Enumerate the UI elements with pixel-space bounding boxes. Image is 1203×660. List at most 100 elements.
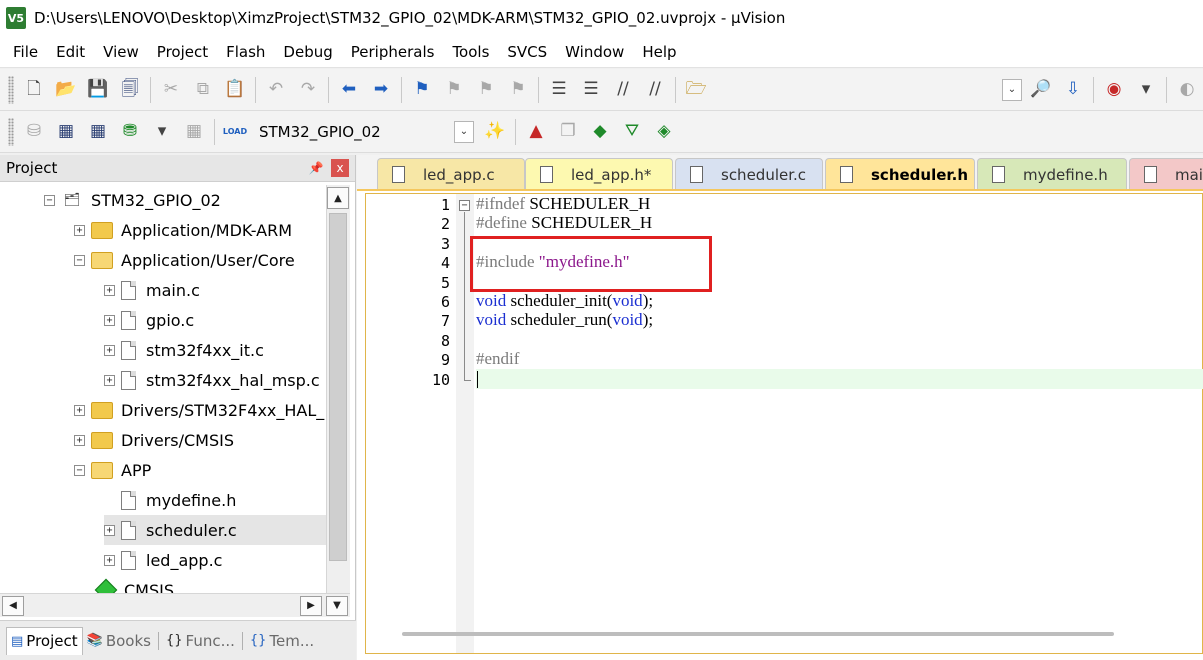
- menu-view[interactable]: View: [94, 38, 148, 66]
- editor-horizontal-scrollbar[interactable]: [402, 632, 1114, 636]
- target-options-icon[interactable]: ✨: [481, 118, 509, 146]
- tab-main-c[interactable]: main.c: [1129, 158, 1203, 189]
- tree-item-folder[interactable]: + Application/MDK-ARM: [74, 215, 292, 245]
- expand-icon[interactable]: +: [104, 344, 115, 356]
- expand-icon[interactable]: +: [74, 434, 85, 446]
- code-editor[interactable]: 1 2 3 4 5 6 7 8 9 10 − #ifndef SCHEDULER…: [365, 193, 1203, 654]
- translate-icon[interactable]: ⛁: [20, 118, 48, 146]
- find-in-files-icon[interactable]: 🗁: [682, 76, 710, 104]
- debug-dropdown-icon[interactable]: ▾: [1132, 76, 1160, 104]
- tree-item-file[interactable]: + main.c: [104, 275, 200, 305]
- tab-books[interactable]: 📚 Books: [83, 627, 155, 655]
- tree-item-file[interactable]: + stm32f4xx_it.c: [104, 335, 264, 365]
- menu-peripherals[interactable]: Peripherals: [342, 38, 444, 66]
- pack-installer-icon[interactable]: ◈: [650, 118, 678, 146]
- stop-build-icon[interactable]: ▦: [180, 118, 208, 146]
- tree-item-file-selected[interactable]: + scheduler.c: [104, 515, 326, 545]
- paste-icon[interactable]: 📋: [221, 76, 249, 104]
- settings-icon[interactable]: ◐: [1173, 76, 1201, 104]
- scroll-down-icon[interactable]: ▼: [326, 595, 348, 616]
- scroll-thumb[interactable]: [329, 213, 347, 561]
- uncomment-icon[interactable]: //: [641, 76, 669, 104]
- expand-icon[interactable]: +: [104, 314, 115, 326]
- collapse-icon[interactable]: −: [74, 464, 85, 476]
- collapse-icon[interactable]: −: [74, 254, 85, 266]
- download-icon[interactable]: LOAD: [221, 118, 249, 146]
- comment-icon[interactable]: //: [609, 76, 637, 104]
- tree-item-file[interactable]: + gpio.c: [104, 305, 194, 335]
- tree-item-file[interactable]: + stm32f4xx_hal_msp.c: [104, 365, 320, 395]
- toolbar-grip[interactable]: [8, 75, 14, 104]
- target-dropdown-arrow-icon[interactable]: ⌄: [454, 120, 474, 143]
- tab-templates[interactable]: {} Tem...: [246, 627, 318, 655]
- tree-item-folder[interactable]: + Drivers/CMSIS: [74, 425, 234, 455]
- manage-components-icon[interactable]: ❐: [554, 118, 582, 146]
- open-folder-icon[interactable]: 📂: [52, 76, 80, 104]
- tree-item-cmsis[interactable]: CMSIS: [94, 575, 174, 593]
- indent-icon[interactable]: ☰: [545, 76, 573, 104]
- manage-rte-icon[interactable]: ◆: [586, 118, 614, 146]
- tree-item-folder[interactable]: − APP: [74, 455, 151, 485]
- menu-flash[interactable]: Flash: [217, 38, 274, 66]
- tab-mydefine-h[interactable]: mydefine.h: [977, 158, 1127, 189]
- project-vertical-scrollbar[interactable]: ▲: [326, 185, 350, 593]
- collapse-icon[interactable]: −: [44, 194, 55, 206]
- tab-led-app-h[interactable]: led_app.h*: [525, 158, 673, 189]
- debug-session-icon[interactable]: ◉: [1100, 76, 1128, 104]
- prev-bookmark-icon[interactable]: ⚑: [440, 76, 468, 104]
- find-dropdown-arrow-icon[interactable]: ⌄: [1002, 78, 1022, 101]
- menu-debug[interactable]: Debug: [274, 38, 341, 66]
- tab-scheduler-h[interactable]: scheduler.h: [825, 158, 975, 189]
- undo-icon[interactable]: ↶: [262, 76, 290, 104]
- unindent-icon[interactable]: ☰: [577, 76, 605, 104]
- clear-bookmarks-icon[interactable]: ⚑: [504, 76, 532, 104]
- rebuild-icon[interactable]: ▦: [84, 118, 112, 146]
- target-select[interactable]: STM32_GPIO_02 ⌄: [253, 120, 477, 143]
- menu-svcs[interactable]: SVCS: [498, 38, 556, 66]
- menu-file[interactable]: File: [4, 38, 47, 66]
- scroll-left-icon[interactable]: ◀: [2, 595, 24, 616]
- menu-window[interactable]: Window: [556, 38, 633, 66]
- navigate-forward-icon[interactable]: ➡: [367, 76, 395, 104]
- incremental-find-icon[interactable]: 🔎: [1027, 76, 1055, 104]
- tab-led-app-c[interactable]: led_app.c: [377, 158, 525, 189]
- cut-icon[interactable]: ✂: [157, 76, 185, 104]
- expand-icon[interactable]: +: [74, 224, 85, 236]
- expand-icon[interactable]: +: [104, 374, 115, 386]
- close-icon[interactable]: x: [331, 159, 349, 177]
- tree-item-folder[interactable]: − Application/User/Core: [74, 245, 295, 275]
- batch-dropdown-icon[interactable]: ▾: [148, 118, 176, 146]
- fold-collapse-icon[interactable]: −: [459, 200, 470, 211]
- expand-icon[interactable]: +: [104, 284, 115, 296]
- menu-project[interactable]: Project: [148, 38, 217, 66]
- save-all-icon[interactable]: 🗐: [116, 76, 144, 104]
- file-extensions-icon[interactable]: ▲: [522, 118, 550, 146]
- copy-icon[interactable]: ⧉: [189, 76, 217, 104]
- find-references-icon[interactable]: ⇩: [1059, 76, 1087, 104]
- navigate-back-icon[interactable]: ⬅: [335, 76, 363, 104]
- tree-item-root[interactable]: − 🗂 STM32_GPIO_02: [44, 185, 221, 215]
- expand-icon[interactable]: +: [74, 404, 85, 416]
- expand-icon[interactable]: +: [104, 524, 115, 536]
- project-horizontal-scrollbar[interactable]: ◀ ▶ ▼: [0, 593, 350, 617]
- next-bookmark-icon[interactable]: ⚑: [472, 76, 500, 104]
- menu-tools[interactable]: Tools: [443, 38, 498, 66]
- new-file-icon[interactable]: 🗋: [20, 76, 48, 104]
- tab-scheduler-c[interactable]: scheduler.c: [675, 158, 823, 189]
- expand-icon[interactable]: +: [104, 554, 115, 566]
- menu-edit[interactable]: Edit: [47, 38, 94, 66]
- scroll-right-icon[interactable]: ▶: [300, 595, 322, 616]
- pin-icon[interactable]: 📌: [307, 161, 325, 175]
- toolbar-grip[interactable]: [8, 117, 14, 146]
- select-software-packs-icon[interactable]: ⛛: [618, 118, 646, 146]
- save-icon[interactable]: 💾: [84, 76, 112, 104]
- tab-project[interactable]: ▤ Project: [6, 626, 83, 655]
- bookmark-icon[interactable]: ⚑: [408, 76, 436, 104]
- build-icon[interactable]: ▦: [52, 118, 80, 146]
- tab-functions[interactable]: {} Func...: [162, 627, 239, 655]
- tree-item-folder[interactable]: + Drivers/STM32F4xx_HAL_: [74, 395, 324, 425]
- batch-build-icon[interactable]: ⛃: [116, 118, 144, 146]
- redo-icon[interactable]: ↷: [294, 76, 322, 104]
- tree-item-file[interactable]: mydefine.h: [104, 485, 236, 515]
- tree-item-file[interactable]: + led_app.c: [104, 545, 222, 575]
